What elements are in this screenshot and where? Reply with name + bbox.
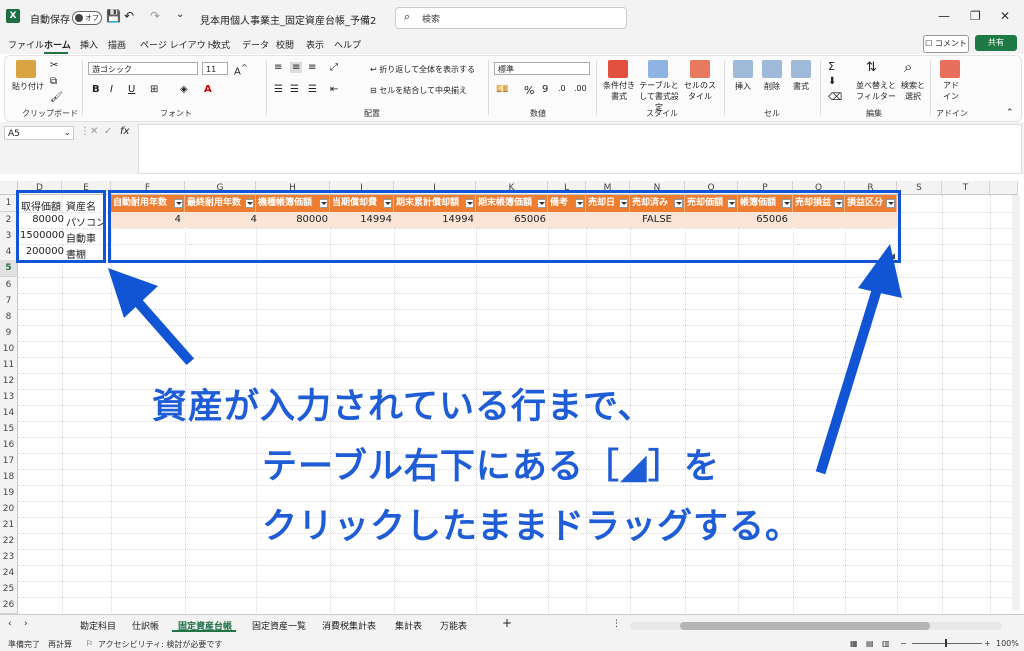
zoom-in-icon[interactable]: + — [984, 639, 991, 648]
tab-scroll-left-icon[interactable]: ‹ — [8, 619, 12, 629]
zoom-slider[interactable] — [912, 643, 982, 644]
status-accessibility[interactable]: アクセシビリティ: 検討が必要です — [98, 639, 222, 650]
annotation-line-3: クリックしたままドラッグする。 — [262, 507, 801, 547]
active-tab-indicator — [172, 630, 236, 632]
tab-accounts[interactable]: 勘定科目 — [80, 619, 116, 632]
normal-view-icon[interactable]: ▦ — [850, 639, 858, 648]
page-layout-view-icon[interactable]: ▤ — [866, 639, 874, 648]
page-break-view-icon[interactable]: ▥ — [882, 639, 890, 648]
status-ready: 準備完了 — [8, 640, 40, 649]
annotation-line-2: テーブル右下にある［◢］を — [262, 447, 720, 487]
arrow-up-right-icon — [815, 244, 902, 475]
tab-consumption-tax[interactable]: 消費税集計表 — [322, 619, 376, 632]
zoom-level[interactable]: 100% — [996, 639, 1019, 648]
vertical-scrollbar[interactable] — [1012, 195, 1020, 610]
annotation-arrows — [108, 244, 902, 475]
status-recalc[interactable]: 再計算 — [48, 639, 72, 650]
zoom-out-icon[interactable]: − — [900, 639, 907, 648]
tab-fixed-asset-list[interactable]: 固定資産一覧 — [252, 619, 306, 632]
tab-journal[interactable]: 仕訳帳 — [132, 619, 159, 632]
horizontal-scroll-thumb[interactable] — [680, 622, 930, 630]
more-tabs-icon[interactable]: ⋮ — [612, 619, 621, 629]
annotation-line-1: 資産が入力されている行まで、 — [152, 387, 654, 427]
tab-summary[interactable]: 集計表 — [395, 619, 422, 632]
zoom-slider-thumb[interactable] — [945, 639, 947, 647]
accessibility-icon: ⚐ — [86, 639, 94, 648]
arrow-up-left-icon — [108, 268, 195, 366]
tab-universal[interactable]: 万能表 — [440, 619, 467, 632]
tab-scroll-right-icon[interactable]: › — [24, 619, 28, 629]
add-sheet-icon[interactable]: + — [502, 616, 512, 630]
